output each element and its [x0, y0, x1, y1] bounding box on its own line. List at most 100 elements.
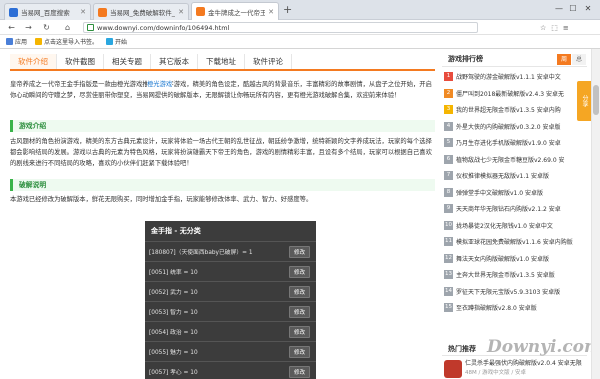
tab-reviews[interactable]: 软件评论	[245, 54, 292, 69]
apps-grid-icon	[6, 38, 13, 45]
folder-icon	[35, 38, 43, 45]
downyi-favicon-icon	[98, 7, 107, 17]
close-tab-icon[interactable]: ✕	[178, 8, 184, 16]
modify-button: 修改	[288, 265, 310, 278]
rank-number: 3	[444, 105, 453, 114]
close-window-icon[interactable]: ✕	[582, 2, 594, 14]
reload-icon[interactable]: ↻	[40, 21, 53, 34]
ranking-item[interactable]: 7 仪权推律模拟器无敌版v1.1 安卓版	[444, 170, 587, 181]
rank-number: 9	[444, 204, 453, 213]
ranking-title: 游戏排行榜	[448, 55, 483, 63]
baidu-favicon-icon	[9, 7, 18, 17]
maximize-icon[interactable]: ☐	[567, 2, 579, 14]
hot-item-title: 仁灵杀手最强伏内购破解版v2.0.4 安卓无限	[465, 360, 582, 367]
cheat-label: [180807]（天使面西baby已破屏）= 1	[149, 250, 253, 256]
bookmark-import[interactable]: 点击这里导入书签。	[35, 37, 98, 46]
forward-arrow-icon[interactable]: →	[22, 21, 35, 34]
tab-download-links[interactable]: 下载地址	[198, 54, 245, 69]
ranking-item[interactable]: 14 罗征天下无限元宝版v5.9.3103 安卓版	[444, 286, 587, 297]
ranking-item[interactable]: 6 植物敌战七少无限金币糖豆版v2.69.0 安	[444, 154, 587, 165]
rank-number: 8	[444, 187, 453, 197]
ranking-item[interactable]: 2 僵尸叫到2018最新破解版v2.4.3 安卓无	[444, 88, 587, 99]
bookmark-start[interactable]: 开始	[106, 37, 127, 46]
site-watermark: Downyi.com	[487, 337, 600, 357]
bookmark-label: 应用	[15, 39, 28, 46]
ranking-item[interactable]: 8 弹弹堂手中文破解版v1.0 安卓版	[444, 187, 587, 198]
rank-number: 7	[444, 171, 453, 180]
ranking-item-title: 天天商年华无限钻石内购版v2.1.2 安卓	[456, 206, 561, 213]
bookmark-apps[interactable]: 应用	[6, 37, 27, 46]
hot-item-meta: 48M / 游戏中文版 / 安卓	[465, 370, 526, 376]
tab-title: 金牛牌成之一代帝王破解...	[208, 8, 265, 17]
rank-total-switch[interactable]: 总	[572, 54, 586, 65]
ranking-item[interactable]: 4 外星大侠的内购破解版v0.3.2.0 安卓版	[444, 121, 587, 132]
cheat-row: [180807]（天使面西baby已破屏）= 1 修改	[145, 241, 316, 261]
modify-button: 修改	[288, 345, 310, 358]
rank-number: 1	[444, 72, 453, 81]
page-info-icon[interactable]	[87, 24, 94, 31]
browser-tab-1[interactable]: 当易网_百度搜索 ✕	[4, 3, 91, 20]
intro-paragraph: 皇帝养成之一代帝王金手指版是一款由橙光游戏推出的文字游戏，精美的角色设定，酷越古…	[10, 81, 432, 99]
ranking-item-title: 仪权推律模拟器无敌版v1.1 安卓版	[456, 173, 550, 180]
modify-button: 修改	[288, 285, 310, 298]
tab-title: 当易网_免费破解软件_绿色	[110, 9, 175, 17]
cheat-label: [0051] 统率 = 10	[149, 270, 198, 276]
tab-software-intro[interactable]: 软件介绍	[10, 54, 57, 69]
rank-number: 15	[444, 303, 453, 312]
cheat-row: [0053] 智力 = 10 修改	[145, 301, 316, 321]
ranking-item-title: 我的世界超无限金币版v1.3.5 安卓内购	[456, 107, 561, 114]
home-icon[interactable]: ⌂	[61, 21, 74, 34]
url-text: www.downyi.com/downinfo/106494.html	[97, 23, 230, 32]
cheat-label: [0052] 武力 = 10	[149, 290, 198, 296]
right-sidebar: 游戏排行榜 周 总 1 战野驾驶的游金破解版v1.1.1 安卓中文 2 僵尸叫到201…	[442, 49, 587, 379]
back-arrow-icon[interactable]: ←	[5, 21, 18, 34]
ranking-item[interactable]: 10 拢场暴徒2汉化无限钱v1.0 安卓中文	[444, 220, 587, 231]
start-page-icon	[106, 38, 114, 45]
section-heading-crack-notes: 破解说明	[10, 179, 435, 191]
game-screenshot[interactable]: 金手指 - 无分类 [180807]（天使面西baby已破屏）= 1 修改 [0…	[145, 221, 316, 379]
browser-tab-strip: 当易网_百度搜索 ✕ 当易网_免费破解软件_绿色 ✕ 金牛牌成之一代帝王破解..…	[0, 0, 600, 20]
rank-number: 5	[444, 138, 453, 147]
rank-number: 10	[444, 220, 453, 230]
cheat-label: [0057] 孝心 = 10	[149, 370, 198, 376]
hot-item[interactable]: 仁灵杀手最强伏内购破解版v2.0.4 安卓无限 48M / 游戏中文版 / 安卓	[444, 360, 587, 378]
rank-number: 14	[444, 286, 453, 296]
ranking-item[interactable]: 5 乃月生存进化手机版破解版v1.9.0 安卓	[444, 137, 587, 148]
link-orange-light-games[interactable]: 橙光游戏	[147, 79, 173, 90]
menu-icon[interactable]: ≡	[563, 24, 569, 32]
cheat-row: [0057] 孝心 = 10 修改	[145, 361, 316, 379]
new-tab-button[interactable]: +	[283, 3, 292, 17]
ranking-item[interactable]: 9 天天商年华无限钻石内购版v2.1.2 安卓	[444, 203, 587, 214]
ranking-item[interactable]: 3 我的世界超无限金币版v1.3.5 安卓内购	[444, 104, 587, 115]
modify-button: 修改	[288, 305, 310, 318]
ranking-item-title: 主奔大世界无限金币版v1.3.5 安卓版	[456, 272, 555, 279]
share-button[interactable]: 分享	[577, 81, 591, 121]
minimize-icon[interactable]: —	[553, 2, 565, 14]
browser-tab-3[interactable]: 金牛牌成之一代帝王破解... ✕	[191, 2, 279, 20]
page-viewport: 软件介绍 软件截图 相关专题 其它版本 下载地址 软件评论 皇帝养成之一代帝王金…	[0, 49, 591, 379]
tab-screenshots[interactable]: 软件截图	[57, 54, 104, 69]
ranking-item[interactable]: 12 舞法天女内购版破解版v1.0 安卓版	[444, 253, 587, 264]
ranking-item[interactable]: 13 主奔大世界无限金币版v1.3.5 安卓版	[444, 269, 587, 280]
browser-tab-2[interactable]: 当易网_免费破解软件_绿色 ✕	[93, 3, 189, 20]
ranking-item[interactable]: 1 战野驾驶的游金破解版v1.1.1 安卓中文	[444, 71, 587, 82]
ranking-item-title: 舞法天女内购版破解版v1.0 安卓版	[456, 255, 550, 263]
browser-extensions: ☆ ⬚ ≡	[540, 22, 569, 33]
rank-week-switch[interactable]: 周	[557, 54, 571, 65]
ranking-item[interactable]: 15 至衣蹲指破解版v2.8.0 安卓版	[444, 302, 587, 313]
scrollbar-thumb[interactable]	[593, 85, 599, 115]
tab-other-versions[interactable]: 其它版本	[151, 54, 198, 69]
rank-number: 13	[444, 270, 453, 279]
section-heading-game-intro: 游戏介绍	[10, 120, 435, 132]
page-scrollbar[interactable]	[591, 49, 600, 379]
ranking-item[interactable]: 11 模拟亚球花园免费破解版v1.1.6 安卓内购版	[444, 236, 587, 247]
close-tab-icon[interactable]: ✕	[80, 8, 86, 16]
bookmark-star-icon[interactable]: ☆	[540, 24, 546, 32]
close-tab-icon[interactable]: ✕	[268, 8, 274, 16]
address-bar[interactable]: www.downyi.com/downinfo/106494.html	[83, 22, 478, 33]
tab-related-topics[interactable]: 相关专题	[104, 54, 151, 69]
extension-icon[interactable]: ⬚	[551, 24, 558, 32]
content-tab-bar: 软件介绍 软件截图 相关专题 其它版本 下载地址 软件评论	[10, 54, 435, 71]
cheat-panel-title: 金手指 - 无分类	[151, 227, 201, 235]
tab-title: 当易网_百度搜索	[21, 9, 70, 17]
